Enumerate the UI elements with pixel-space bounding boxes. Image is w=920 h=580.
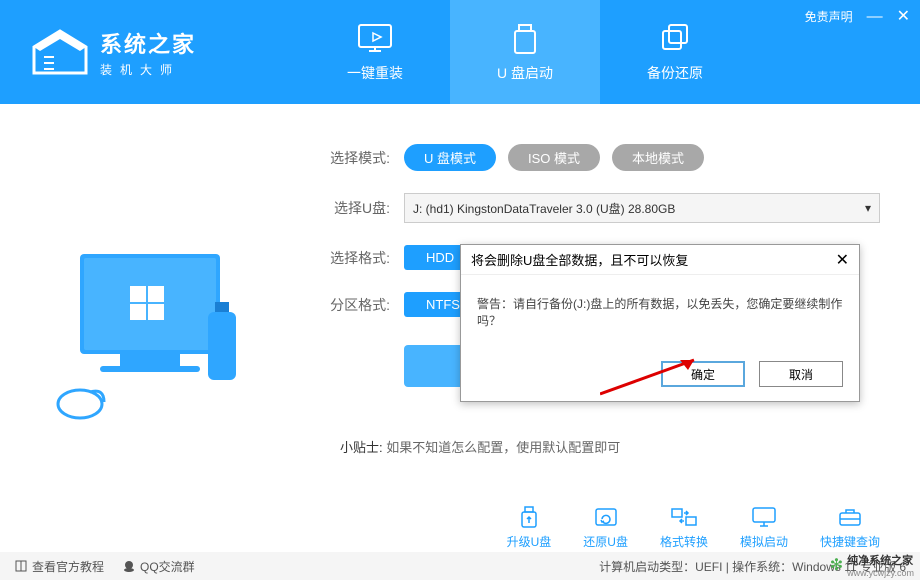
mode-usb-button[interactable]: U 盘模式 — [404, 144, 496, 171]
monitor-cursor-icon — [355, 21, 395, 57]
tool-restore-usb[interactable]: 还原U盘 — [583, 505, 628, 550]
tool-hotkey-lookup[interactable]: 快捷键查询 — [820, 505, 880, 550]
tool-upgrade-usb[interactable]: 升级U盘 — [507, 505, 552, 550]
monitor-icon — [750, 505, 778, 529]
bottom-tools: 升级U盘 还原U盘 格式转换 模拟启动 快捷键查询 — [507, 505, 880, 550]
fs-label: 选择格式: — [320, 248, 390, 268]
dialog-title: 将会删除U盘全部数据，且不可以恢复 — [471, 250, 688, 269]
tab-usb-boot[interactable]: U 盘启动 — [450, 0, 600, 104]
copy-icon — [655, 21, 695, 57]
disclaimer-link[interactable]: 免责声明 — [805, 8, 853, 25]
house-logo-icon — [30, 27, 90, 77]
logo-title: 系统之家 — [100, 27, 196, 59]
tool-simulate-boot[interactable]: 模拟启动 — [740, 505, 788, 550]
chevron-down-icon: ▾ — [865, 201, 871, 215]
usb-up-icon — [515, 505, 543, 529]
tool-convert-format[interactable]: 格式转换 — [660, 505, 708, 550]
convert-icon — [670, 505, 698, 529]
top-tabs: 一键重装 U 盘启动 备份还原 — [300, 0, 750, 104]
header: 系统之家 装机大师 一键重装 U 盘启动 备份还原 免责声明 — ✕ — [0, 0, 920, 104]
mode-local-button[interactable]: 本地模式 — [612, 144, 704, 171]
mode-iso-button[interactable]: ISO 模式 — [508, 144, 600, 171]
logo-subtitle: 装机大师 — [100, 61, 196, 78]
footer-tutorial-link[interactable]: 查看官方教程 — [14, 558, 104, 575]
book-icon — [14, 559, 28, 573]
logo: 系统之家 装机大师 — [0, 27, 300, 78]
dialog-body: 警告：请自行备份(J:)盘上的所有数据，以免丢失，您确定要继续制作吗？ — [461, 275, 859, 353]
tip-text: 如果不知道怎么配置，使用默认配置即可 — [386, 440, 620, 455]
udisk-label: 选择U盘: — [320, 198, 390, 218]
tip-label: 小贴士: — [340, 440, 383, 455]
toolbox-icon — [836, 505, 864, 529]
watermark: ❇ 纯净系统之家 www.ycwjzy.com — [830, 552, 914, 578]
dialog-ok-button[interactable]: 确定 — [661, 361, 745, 387]
footer-qq-link[interactable]: QQ交流群 — [122, 558, 195, 575]
udisk-select[interactable]: J: (hd1) KingstonDataTraveler 3.0 (U盘) 2… — [404, 193, 880, 223]
footer: 查看官方教程 QQ交流群 计算机启动类型：UEFI | 操作系统：Windows… — [0, 552, 920, 580]
confirm-dialog: 将会删除U盘全部数据，且不可以恢复 ✕ 警告：请自行备份(J:)盘上的所有数据，… — [460, 244, 860, 402]
restore-icon — [592, 505, 620, 529]
dialog-close-icon[interactable]: ✕ — [836, 250, 849, 270]
dialog-cancel-button[interactable]: 取消 — [759, 361, 843, 387]
tip-row: 小贴士: 如果不知道怎么配置，使用默认配置即可 — [340, 437, 880, 456]
usb-drive-icon — [505, 21, 545, 57]
mode-label: 选择模式: — [320, 148, 390, 168]
window-controls: 免责声明 — ✕ — [805, 8, 910, 25]
tab-one-key-install[interactable]: 一键重装 — [300, 0, 450, 104]
tab-backup-restore[interactable]: 备份还原 — [600, 0, 750, 104]
qq-icon — [122, 559, 136, 573]
leaf-icon: ❇ — [830, 555, 843, 575]
close-button[interactable]: ✕ — [897, 9, 910, 25]
minimize-button[interactable]: — — [867, 9, 883, 25]
udisk-value: J: (hd1) KingstonDataTraveler 3.0 (U盘) 2… — [413, 200, 675, 217]
illustration — [0, 104, 300, 544]
part-label: 分区格式: — [320, 295, 390, 315]
